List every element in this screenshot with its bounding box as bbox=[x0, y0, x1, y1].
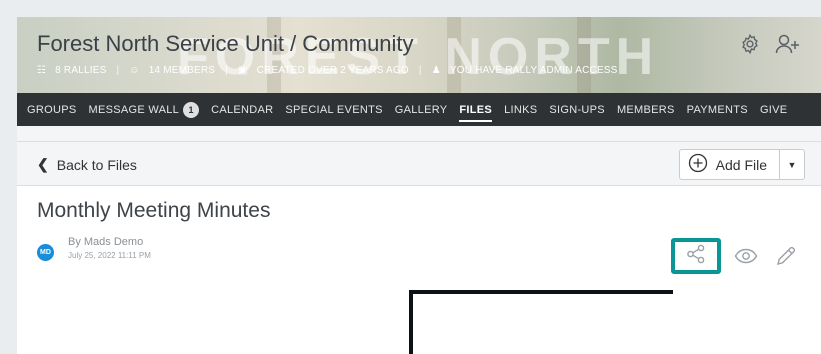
tab-links[interactable]: LINKS bbox=[504, 93, 537, 126]
callout-line bbox=[409, 290, 413, 354]
members-count[interactable]: 14 MEMBERS bbox=[149, 65, 215, 76]
tab-gallery[interactable]: GALLERY bbox=[395, 93, 448, 126]
tab-special-events[interactable]: SPECIAL EVENTS bbox=[285, 93, 382, 126]
document-actions bbox=[671, 238, 801, 274]
tab-label: CALENDAR bbox=[211, 103, 274, 116]
tab-payments[interactable]: PAYMENTS bbox=[687, 93, 748, 126]
tab-sign-ups[interactable]: SIGN-UPS bbox=[549, 93, 605, 126]
file-toolbar: ❮ Back to Files Add File ▼ bbox=[17, 142, 821, 186]
rally-page: FOREST NORTH Forest North Service Unit /… bbox=[17, 17, 821, 354]
caret-down-icon: ▼ bbox=[787, 159, 797, 170]
document-author: MD By Mads Demo July 25, 2022 11:11 PM bbox=[37, 236, 151, 261]
tab-label: MESSAGE WALL bbox=[88, 103, 180, 116]
tab-label: GROUPS bbox=[27, 103, 77, 116]
share-highlight bbox=[671, 238, 721, 274]
avatar: MD bbox=[37, 244, 54, 261]
tab-members[interactable]: MEMBERS bbox=[617, 93, 675, 126]
add-file-label: Add File bbox=[715, 156, 767, 173]
tab-label: SIGN-UPS bbox=[549, 103, 605, 116]
rallies-icon: ☷ bbox=[37, 65, 47, 76]
tab-message-wall[interactable]: MESSAGE WALL 1 bbox=[88, 93, 200, 126]
rally-nav: GROUPS MESSAGE WALL 1 CALENDAR SPECIAL EV… bbox=[17, 93, 821, 126]
add-file-button[interactable]: Add File bbox=[680, 150, 780, 179]
calendar-icon: ▣ bbox=[237, 65, 248, 76]
add-user-icon[interactable] bbox=[775, 33, 801, 55]
tab-label: LINKS bbox=[504, 103, 538, 116]
callout-line bbox=[409, 290, 673, 294]
header-actions bbox=[739, 33, 801, 55]
meta-separator: | bbox=[116, 65, 120, 76]
tab-label: PAYMENTS bbox=[686, 103, 748, 116]
meta-separator: | bbox=[225, 65, 228, 76]
tab-label: MEMBERS bbox=[616, 103, 675, 116]
back-to-files-link[interactable]: ❮ Back to Files bbox=[37, 156, 137, 173]
access-info: YOU HAVE RALLY ADMIN ACCESS bbox=[449, 65, 618, 76]
created-info: CREATED OVER 2 YEARS AGO bbox=[256, 65, 409, 76]
add-file-dropdown-toggle[interactable]: ▼ bbox=[780, 150, 804, 179]
back-label: Back to Files bbox=[56, 156, 137, 173]
rally-title: Forest North Service Unit / Community bbox=[37, 31, 414, 56]
tab-files[interactable]: FILES bbox=[459, 93, 492, 126]
tab-label: FILES bbox=[459, 103, 493, 116]
unread-badge: 1 bbox=[183, 101, 200, 118]
tab-label: GALLERY bbox=[394, 103, 448, 116]
plus-circle-icon bbox=[688, 153, 708, 176]
tab-groups[interactable]: GROUPS bbox=[27, 93, 76, 126]
user-icon: ♟ bbox=[431, 65, 441, 76]
chevron-left-icon: ❮ bbox=[37, 156, 49, 172]
tab-calendar[interactable]: CALENDAR bbox=[211, 93, 273, 126]
members-icon: ☺ bbox=[129, 65, 140, 76]
rally-meta: ☷ 8 RALLIES | ☺ 14 MEMBERS | ▣ CREATED O… bbox=[37, 65, 618, 76]
author-byline: By Mads Demo bbox=[68, 236, 144, 248]
document-title: Monthly Meeting Minutes bbox=[37, 199, 271, 222]
meta-separator: | bbox=[418, 65, 422, 76]
gear-icon[interactable] bbox=[739, 33, 761, 55]
author-date: July 25, 2022 11:11 PM bbox=[68, 251, 151, 260]
tab-give[interactable]: GIVE bbox=[760, 93, 788, 126]
tab-label: SPECIAL EVENTS bbox=[285, 103, 383, 116]
share-icon[interactable] bbox=[685, 243, 707, 270]
author-info: By Mads Demo July 25, 2022 11:11 PM bbox=[68, 236, 151, 260]
add-file-button-group: Add File ▼ bbox=[678, 149, 805, 180]
tab-label: GIVE bbox=[759, 103, 788, 116]
pencil-icon[interactable] bbox=[771, 241, 801, 271]
file-card: ❮ Back to Files Add File ▼ Monthly Meeti… bbox=[17, 141, 821, 354]
eye-icon[interactable] bbox=[731, 241, 761, 271]
files-panel: ❮ Back to Files Add File ▼ Monthly Meeti… bbox=[17, 126, 821, 354]
rallies-count[interactable]: 8 RALLIES bbox=[55, 65, 106, 76]
rally-header: FOREST NORTH Forest North Service Unit /… bbox=[17, 17, 821, 93]
